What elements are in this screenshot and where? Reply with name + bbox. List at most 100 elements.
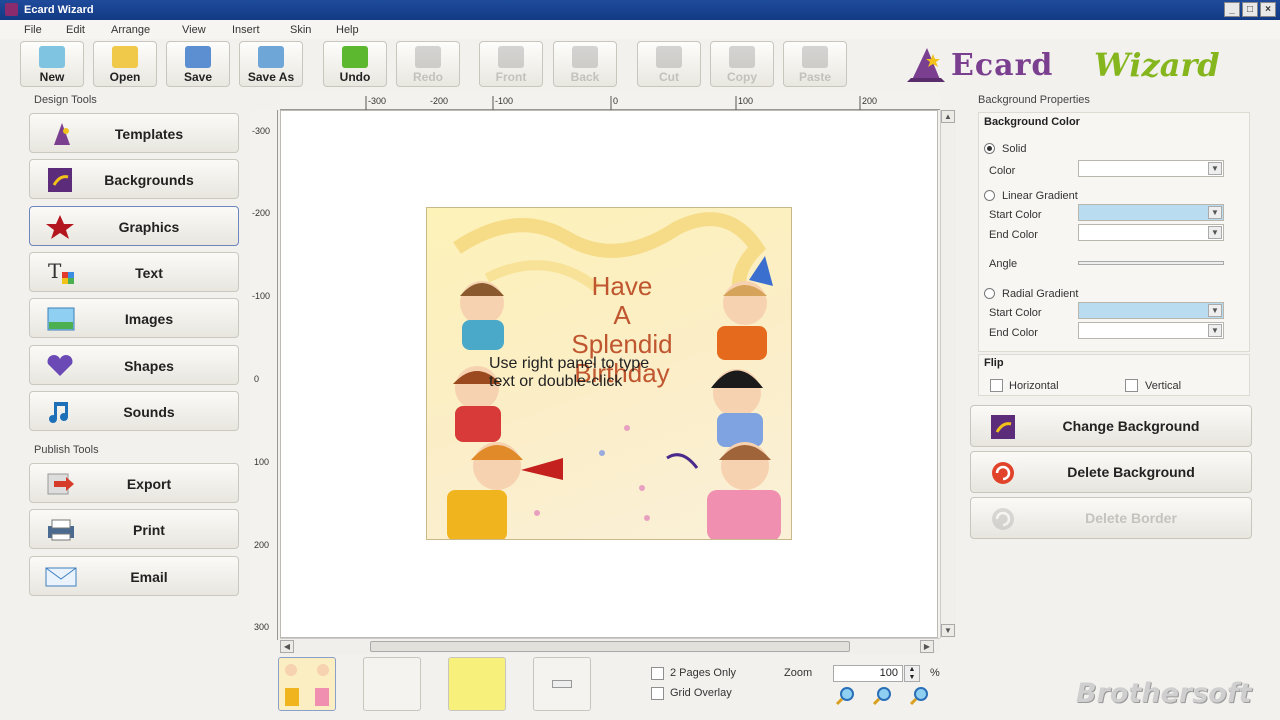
change-background-label: Change Background: [1062, 418, 1200, 434]
chevron-down-icon[interactable]: ▼: [1208, 162, 1222, 175]
chevron-down-icon[interactable]: ▼: [1208, 206, 1222, 219]
export-button[interactable]: Export: [29, 463, 239, 503]
menu-file[interactable]: File: [24, 24, 42, 36]
save-button[interactable]: Save: [166, 41, 230, 87]
scroll-left-arrow-icon[interactable]: ◀: [280, 640, 294, 653]
flip-horizontal-checkbox[interactable]: [990, 379, 1003, 392]
redo-button[interactable]: Redo: [396, 41, 460, 87]
title-bar: Ecard Wizard _ □ ×: [0, 0, 1280, 20]
radial-gradient-radio[interactable]: [984, 288, 995, 299]
close-button[interactable]: ×: [1260, 2, 1276, 17]
menu-edit[interactable]: Edit: [66, 24, 85, 36]
two-pages-only-checkbox[interactable]: [651, 667, 664, 680]
image-icon: [47, 307, 75, 331]
music-note-icon: [49, 402, 68, 423]
page-thumbnail-1[interactable]: [278, 657, 336, 711]
bring-front-button[interactable]: Front: [479, 41, 543, 87]
design-tools-title: Design Tools: [34, 94, 97, 106]
menu-arrange[interactable]: Arrange: [111, 24, 150, 36]
linear-end-color-picker[interactable]: ▼: [1078, 224, 1224, 241]
zoom-fit-icon[interactable]: [909, 686, 931, 706]
minimize-button[interactable]: _: [1224, 2, 1240, 17]
chevron-down-icon[interactable]: ▼: [1208, 226, 1222, 239]
delete-background-button[interactable]: Delete Background: [970, 451, 1252, 493]
shapes-label: Shapes: [124, 358, 174, 374]
delete-border-button[interactable]: Delete Border: [970, 497, 1252, 539]
images-label: Images: [124, 311, 174, 327]
radial-start-color-picker[interactable]: ▼: [1078, 302, 1224, 319]
scroll-down-arrow-icon[interactable]: ▼: [941, 624, 955, 637]
left-panel: Design Tools Templates Backgrounds Graph…: [20, 92, 246, 602]
solid-color-picker[interactable]: ▼: [1078, 160, 1224, 177]
cut-button[interactable]: Cut: [637, 41, 701, 87]
menu-view[interactable]: View: [182, 24, 206, 36]
linear-start-color-label: Start Color: [989, 209, 1042, 221]
undo-label: Undo: [339, 70, 371, 84]
linear-gradient-radio[interactable]: [984, 190, 995, 201]
print-button[interactable]: Print: [29, 509, 239, 549]
change-background-button[interactable]: Change Background: [970, 405, 1252, 447]
headline-line: A: [613, 300, 631, 330]
email-button[interactable]: Email: [29, 556, 239, 596]
ruler-label: -100: [252, 291, 271, 301]
sounds-button[interactable]: Sounds: [29, 391, 239, 431]
ruler-label: 300: [254, 622, 270, 632]
ruler-label: -100: [495, 96, 514, 106]
shapes-button[interactable]: Shapes: [29, 345, 239, 385]
zoom-input[interactable]: 100: [833, 665, 903, 682]
angle-label: Angle: [989, 258, 1018, 270]
ecard-page[interactable]: Have A Splendid Birthday Use right panel…: [426, 207, 792, 540]
page-thumbnail-3[interactable]: [448, 657, 506, 711]
linear-gradient-label: Linear Gradient: [1002, 190, 1078, 202]
open-button[interactable]: Open: [93, 41, 157, 87]
new-button[interactable]: New: [20, 41, 84, 87]
solid-radio[interactable]: [984, 143, 995, 154]
redo-label: Redo: [413, 70, 443, 84]
send-back-button[interactable]: Back: [553, 41, 617, 87]
linear-start-color-picker[interactable]: ▼: [1078, 204, 1224, 221]
paste-button[interactable]: Paste: [783, 41, 847, 87]
copy-button[interactable]: Copy: [710, 41, 774, 87]
vertical-scrollbar[interactable]: ▲ ▼: [940, 110, 956, 638]
radial-end-color-picker[interactable]: ▼: [1078, 322, 1224, 339]
ruler-label: -300: [368, 96, 387, 106]
radial-start-color-label: Start Color: [989, 307, 1042, 319]
card-text-hint[interactable]: Use right panel to type text or double-c…: [489, 355, 729, 391]
background-color-heading: Background Color: [984, 116, 1080, 128]
templates-label: Templates: [114, 126, 184, 142]
maximize-button[interactable]: □: [1242, 2, 1258, 17]
flip-vertical-checkbox[interactable]: [1125, 379, 1138, 392]
ruler-label: 100: [254, 457, 270, 467]
chevron-down-icon[interactable]: ▼: [1208, 304, 1222, 317]
scroll-right-arrow-icon[interactable]: ▶: [920, 640, 934, 653]
horizontal-label: Horizontal: [1009, 380, 1059, 392]
graphics-button[interactable]: Graphics: [29, 206, 239, 246]
slider-track[interactable]: [1078, 261, 1224, 265]
page-thumbnail-2[interactable]: [363, 657, 421, 711]
save-as-button[interactable]: Save As: [239, 41, 303, 87]
text-button[interactable]: T Text: [29, 252, 239, 292]
grid-overlay-checkbox[interactable]: [651, 687, 664, 700]
sounds-label: Sounds: [123, 404, 175, 420]
horizontal-scroll-thumb[interactable]: [370, 641, 850, 652]
chevron-down-icon[interactable]: ▼: [1208, 324, 1222, 337]
page-thumbnail-4[interactable]: [533, 657, 591, 711]
background-properties-title: Background Properties: [978, 94, 1090, 106]
horizontal-scrollbar[interactable]: ◀ ▶: [280, 638, 940, 654]
templates-button[interactable]: Templates: [29, 113, 239, 153]
export-arrow-icon: [47, 473, 74, 495]
menu-skin[interactable]: Skin: [290, 24, 311, 36]
images-button[interactable]: Images: [29, 298, 239, 338]
zoom-out-icon[interactable]: [872, 686, 894, 706]
paste-icon: [802, 46, 828, 68]
zoom-in-icon[interactable]: [835, 686, 857, 706]
backgrounds-button[interactable]: Backgrounds: [29, 159, 239, 199]
menu-help[interactable]: Help: [336, 24, 359, 36]
zoom-spinner[interactable]: ▲ ▼: [904, 665, 920, 682]
angle-slider[interactable]: [1078, 253, 1224, 273]
menu-insert[interactable]: Insert: [232, 24, 260, 36]
undo-button[interactable]: Undo: [323, 41, 387, 87]
scroll-up-arrow-icon[interactable]: ▲: [941, 110, 955, 123]
grid-overlay-label: Grid Overlay: [670, 687, 732, 699]
wizard-hat-icon: [54, 123, 70, 145]
